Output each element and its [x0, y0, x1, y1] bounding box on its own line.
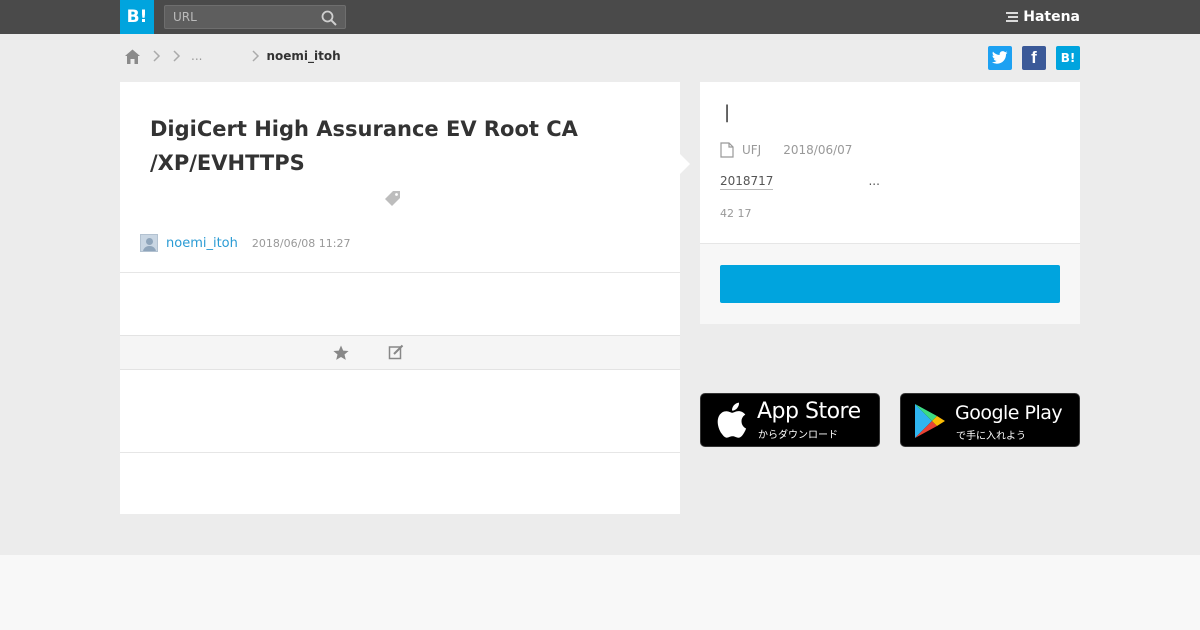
tag-icon[interactable]	[384, 189, 402, 207]
divider	[120, 452, 680, 453]
search-input[interactable]	[165, 6, 315, 28]
related-entry-desc-link[interactable]: 2018717	[720, 174, 774, 190]
chevron-right-icon	[252, 50, 260, 62]
avatar[interactable]	[140, 234, 158, 252]
top-bar: B! Hatena	[0, 0, 1200, 34]
hatena-bookmark-logo[interactable]: B!	[120, 0, 154, 34]
divider	[120, 272, 680, 273]
hatena-brand-icon	[1006, 12, 1019, 22]
search-icon[interactable]	[321, 10, 337, 26]
app-store-title: App Store	[757, 399, 861, 424]
related-entry-desc-more: ...	[868, 174, 880, 188]
google-play-icon	[915, 404, 945, 438]
app-store-subtitle: からダウンロード	[758, 430, 838, 441]
hatena-brand-link[interactable]: Hatena	[1005, 7, 1080, 27]
related-entry-action-button[interactable]	[720, 265, 1060, 303]
google-play-badge[interactable]: Google Play で手に入れよう	[900, 393, 1080, 447]
chevron-right-icon	[173, 50, 181, 62]
action-bar	[120, 335, 680, 370]
edit-icon[interactable]	[388, 344, 404, 360]
share-hatena-button[interactable]: B!	[1056, 46, 1080, 70]
breadcrumb-ellipsis[interactable]: ...	[191, 49, 202, 63]
related-entry-title[interactable]: |	[724, 102, 730, 123]
hatena-bookmark-icon: B!	[1060, 51, 1076, 65]
hatena-brand-name: Hatena	[1023, 9, 1080, 25]
twitter-icon	[992, 51, 1008, 64]
entry-title-line1: DigiCert High Assurance EV Root CA	[150, 117, 578, 141]
footer	[0, 555, 1200, 630]
share-facebook-button[interactable]: f	[1022, 46, 1046, 70]
home-icon[interactable]	[124, 48, 141, 65]
related-entry-site[interactable]: UFJ	[742, 143, 761, 157]
entry-card: DigiCert High Assurance EV Root CA /XP/E…	[120, 82, 690, 514]
author-name-link[interactable]: noemi_itoh	[166, 236, 238, 251]
entry-date: 2018/06/08 11:27	[251, 236, 351, 250]
breadcrumb-current: noemi_itoh	[266, 49, 341, 63]
entry-title[interactable]: DigiCert High Assurance EV Root CA /XP/E…	[150, 112, 650, 180]
search-box	[164, 5, 346, 29]
share-buttons: f B!	[988, 46, 1080, 70]
google-play-subtitle: で手に入れよう	[956, 431, 1026, 442]
breadcrumb: ... noemi_itoh	[124, 46, 341, 66]
related-entry-description: 2018717 ...	[720, 174, 880, 190]
apple-icon	[717, 402, 747, 438]
author-row: noemi_itoh 2018/06/08 11:27	[140, 233, 350, 253]
share-twitter-button[interactable]	[988, 46, 1012, 70]
related-entry-card: | UFJ 2018/06/07 2018717 ... 42 17	[700, 82, 1080, 324]
related-entry-date: 2018/06/07	[783, 143, 853, 157]
app-store-badge[interactable]: App Store からダウンロード	[700, 393, 880, 447]
google-play-title: Google Play	[955, 402, 1063, 424]
related-entry-meta: UFJ 2018/06/07	[720, 141, 852, 159]
document-icon	[720, 142, 734, 158]
entry-title-line2: /XP/EVHTTPS	[150, 151, 305, 175]
related-entry-count: 42 17	[720, 207, 752, 220]
related-entry-body: | UFJ 2018/06/07 2018717 ... 42 17	[700, 82, 1080, 244]
star-icon[interactable]	[332, 344, 350, 362]
chevron-right-icon	[153, 50, 161, 62]
facebook-icon: f	[1031, 48, 1037, 67]
